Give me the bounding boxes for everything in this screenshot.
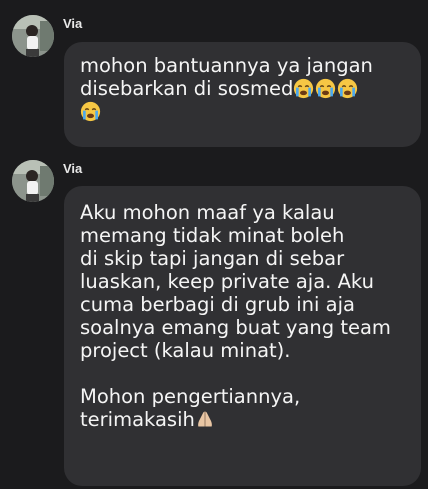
folded-hands-emoji-icon — [197, 411, 212, 427]
loudly-crying-face-emoji-icon — [338, 78, 358, 99]
avatar-photo-icon — [12, 160, 54, 202]
loudly-crying-face-emoji-icon — [316, 78, 336, 99]
sender-avatar[interactable] — [12, 15, 54, 57]
sender-name: Via — [63, 16, 83, 31]
loudly-crying-face-emoji-icon — [80, 101, 101, 122]
avatar-photo-icon — [12, 15, 54, 57]
message-bubble[interactable]: mohon bantuannya ya jangan disebarkan di… — [64, 42, 421, 147]
loudly-crying-face-emoji-icon — [294, 78, 314, 99]
sender-name: Via — [63, 161, 83, 176]
message-text: Aku mohon maaf ya kalau memang tidak min… — [80, 201, 391, 431]
sender-avatar[interactable] — [12, 160, 54, 202]
message-bubble[interactable]: Aku mohon maaf ya kalau memang tidak min… — [64, 186, 421, 486]
